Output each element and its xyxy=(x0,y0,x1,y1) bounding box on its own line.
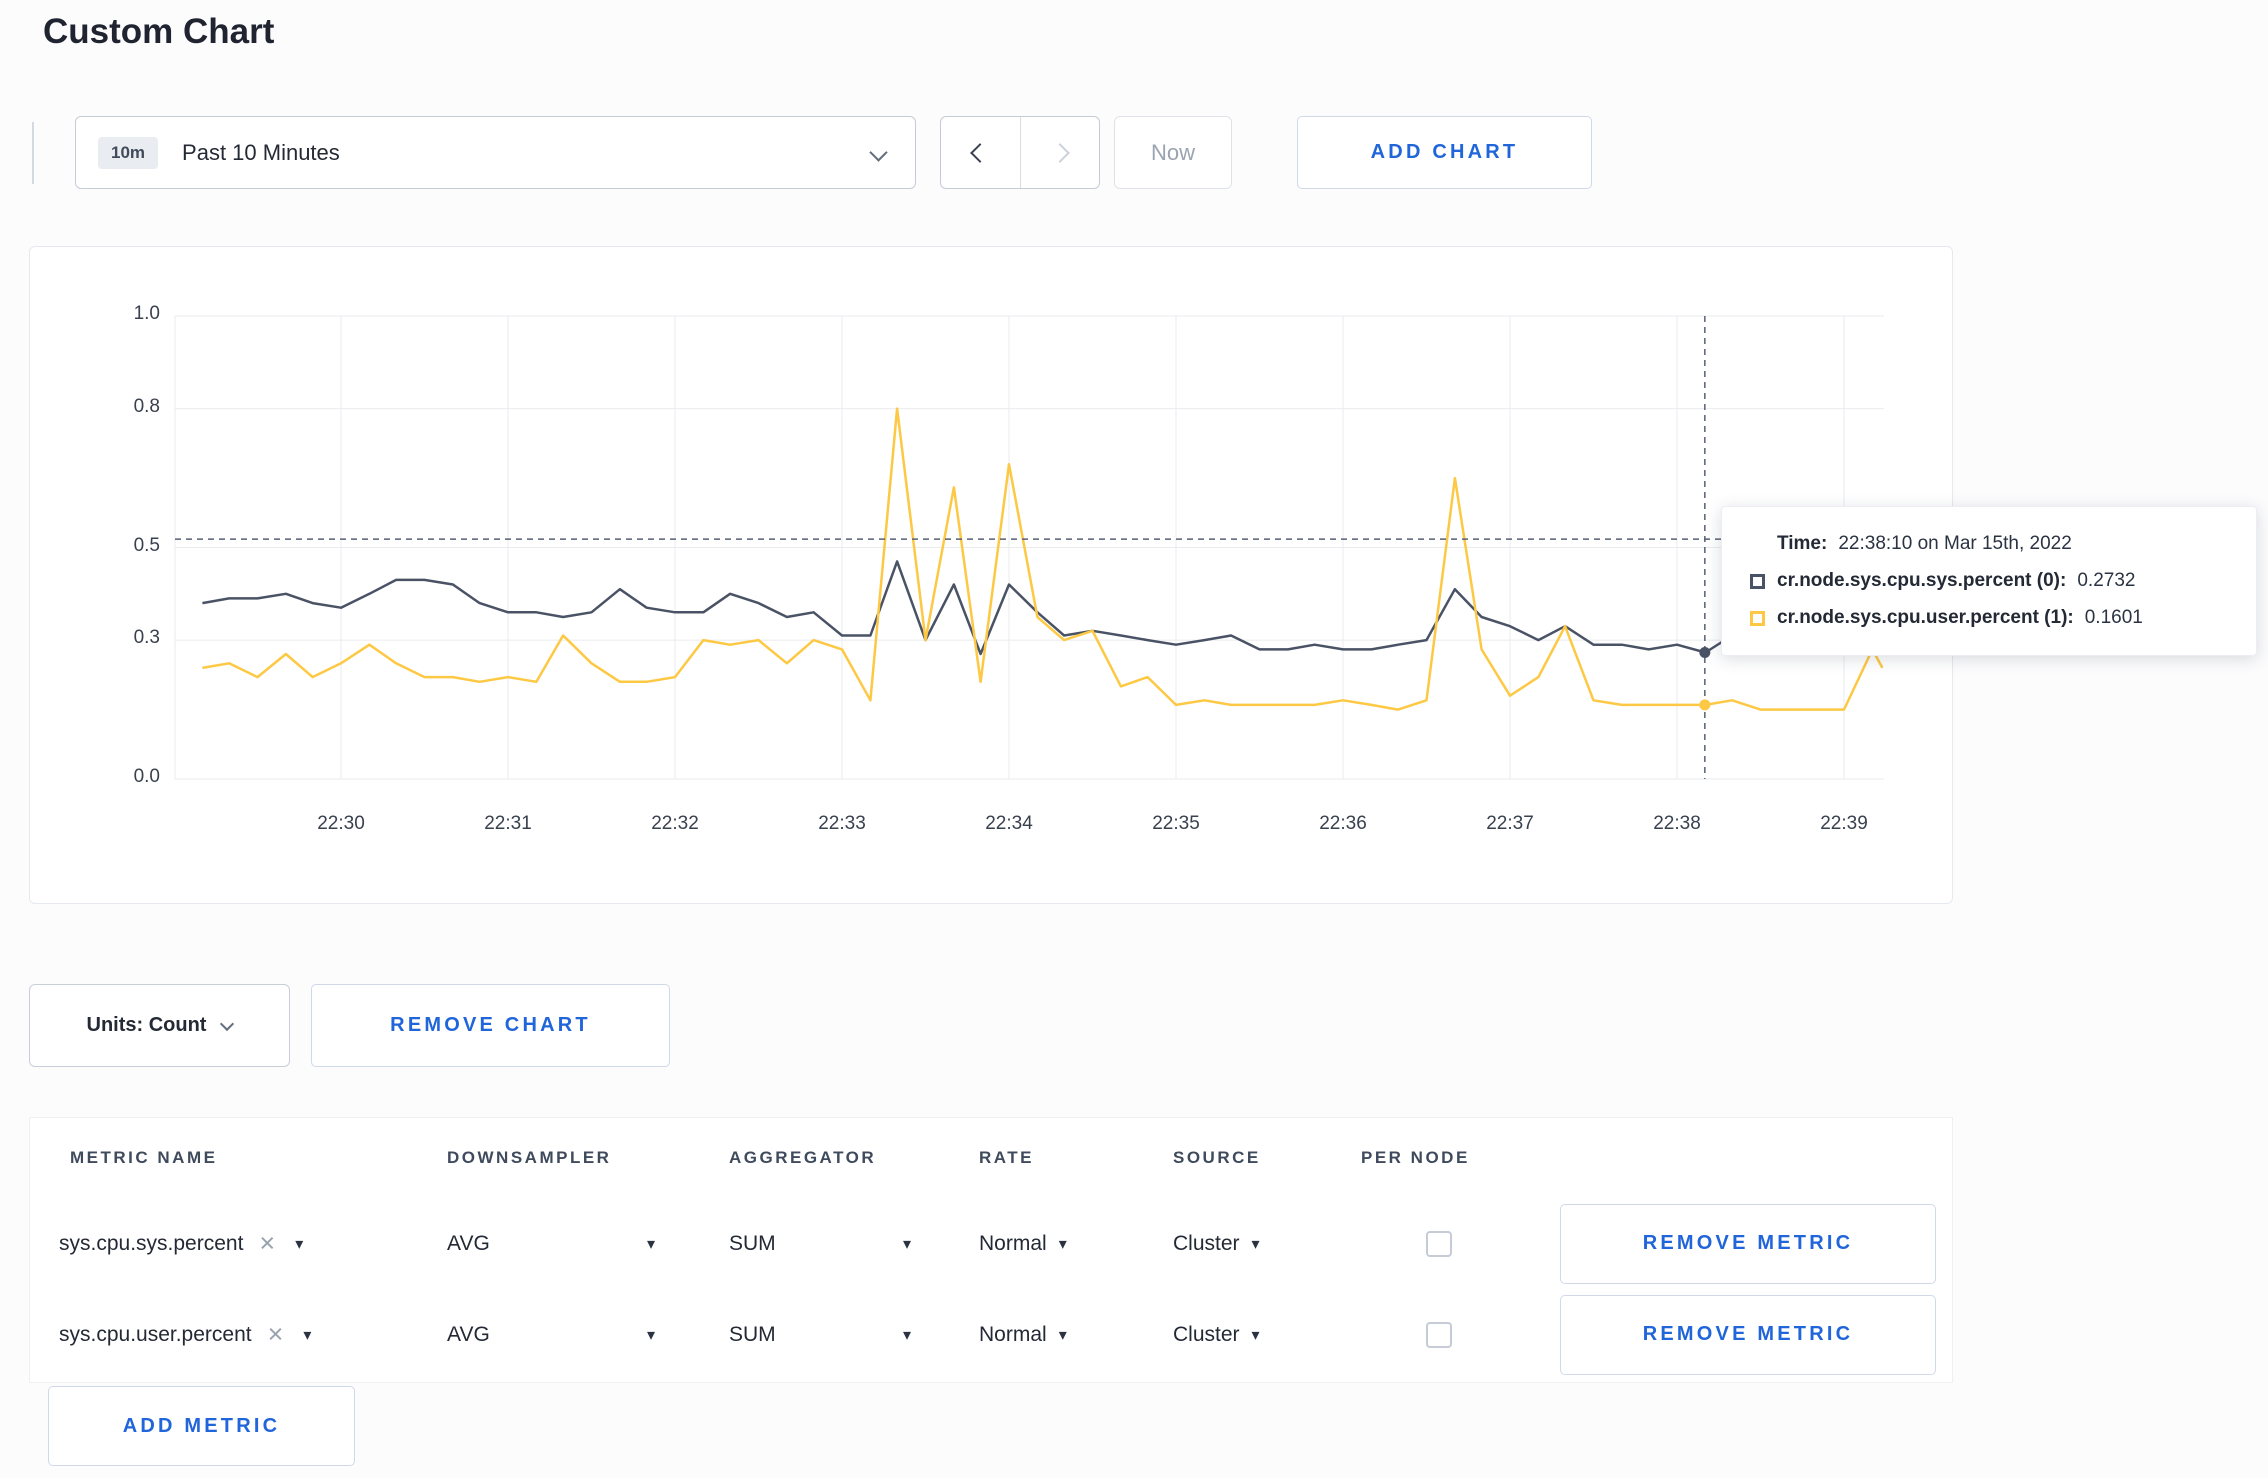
units-label: Units: Count xyxy=(86,1014,207,1036)
downsampler-select[interactable]: AVG ▾ xyxy=(447,1232,655,1256)
metric-row: sys.cpu.sys.percent × ▾ AVG ▾ SUM ▾ Norm… xyxy=(30,1198,1952,1289)
time-range-select[interactable]: 10m Past 10 Minutes xyxy=(75,116,916,189)
column-header-per-node: PER NODE xyxy=(1361,1148,1470,1167)
source-select[interactable]: Cluster ▾ xyxy=(1173,1323,1260,1347)
series-swatch-user xyxy=(1750,610,1765,626)
clear-metric-icon[interactable]: × xyxy=(268,1321,284,1348)
tooltip-series-row: cr.node.sys.cpu.sys.percent (0): 0.2732 xyxy=(1750,570,2228,592)
chevron-left-icon xyxy=(970,142,991,163)
tooltip-series-label: cr.node.sys.cpu.sys.percent (0): xyxy=(1777,570,2067,591)
dropdown-caret-icon: ▾ xyxy=(1251,1326,1260,1344)
dropdown-caret-icon: ▾ xyxy=(646,1326,655,1344)
left-accent-divider xyxy=(32,122,34,184)
add-chart-button[interactable]: ADD CHART xyxy=(1297,116,1592,189)
column-header-aggregator: AGGREGATOR xyxy=(729,1148,877,1167)
chevron-right-icon xyxy=(1049,142,1070,163)
units-select[interactable]: Units: Count xyxy=(29,984,290,1067)
chevron-down-icon xyxy=(869,143,888,162)
column-header-source: SOURCE xyxy=(1173,1148,1261,1167)
time-next-button[interactable] xyxy=(1019,117,1100,188)
dropdown-caret-icon: ▾ xyxy=(902,1326,911,1344)
rate-value: Normal xyxy=(979,1231,1047,1255)
add-metric-button[interactable]: ADD METRIC xyxy=(48,1386,355,1466)
metric-name-select[interactable]: sys.cpu.user.percent × ▾ xyxy=(59,1321,312,1348)
rate-select[interactable]: Normal ▾ xyxy=(979,1232,1067,1256)
tooltip-series-value: 0.1601 xyxy=(2084,607,2143,628)
clear-metric-icon[interactable]: × xyxy=(259,1230,275,1257)
page-title: Custom Chart xyxy=(43,12,275,51)
downsampler-value: AVG xyxy=(447,1231,490,1255)
time-range-badge: 10m xyxy=(98,136,159,169)
dropdown-caret-icon: ▾ xyxy=(646,1235,655,1253)
rate-select[interactable]: Normal ▾ xyxy=(979,1323,1067,1347)
dropdown-caret-icon: ▾ xyxy=(902,1235,911,1253)
metric-name-label: sys.cpu.user.percent xyxy=(59,1322,252,1346)
downsampler-select[interactable]: AVG ▾ xyxy=(447,1323,655,1347)
tooltip-series-label: cr.node.sys.cpu.user.percent (1): xyxy=(1777,607,2074,628)
remove-chart-button[interactable]: REMOVE CHART xyxy=(311,984,670,1067)
chart-panel: 0.0 0.3 0.5 0.8 1.0 22:30 22:31 22:32 22:33 22:3… xyxy=(29,246,1953,904)
downsampler-value: AVG xyxy=(447,1322,490,1346)
aggregator-value: SUM xyxy=(729,1231,776,1255)
aggregator-select[interactable]: SUM ▾ xyxy=(729,1232,911,1256)
source-value: Cluster xyxy=(1173,1231,1240,1255)
tooltip-series-row: cr.node.sys.cpu.user.percent (1): 0.1601 xyxy=(1750,607,2228,629)
time-range-label: Past 10 Minutes xyxy=(182,139,340,165)
tooltip-series-value: 0.2732 xyxy=(2077,570,2136,591)
chevron-down-icon xyxy=(220,1016,235,1031)
per-node-checkbox[interactable] xyxy=(1426,1230,1452,1257)
metric-row: sys.cpu.user.percent × ▾ AVG ▾ SUM ▾ Nor… xyxy=(30,1289,1952,1380)
aggregator-select[interactable]: SUM ▾ xyxy=(729,1323,911,1347)
dropdown-caret-icon: ▾ xyxy=(295,1235,304,1253)
dropdown-caret-icon: ▾ xyxy=(1251,1235,1260,1253)
remove-metric-button[interactable]: REMOVE METRIC xyxy=(1560,1203,1936,1284)
metric-name-label: sys.cpu.sys.percent xyxy=(59,1231,244,1255)
tooltip-time-label: Time: xyxy=(1777,533,1828,554)
tooltip-time-row: Time: 22:38:10 on Mar 15th, 2022 xyxy=(1777,533,2228,555)
column-header-downsampler: DOWNSAMPLER xyxy=(447,1148,612,1167)
metric-name-select[interactable]: sys.cpu.sys.percent × ▾ xyxy=(59,1230,304,1257)
column-header-metric-name: METRIC NAME xyxy=(70,1148,218,1167)
chart-canvas[interactable] xyxy=(30,247,1954,905)
now-button[interactable]: Now xyxy=(1114,116,1232,189)
metrics-table: METRIC NAME DOWNSAMPLER AGGREGATOR RATE … xyxy=(29,1117,1953,1383)
tooltip-time-value: 22:38:10 on Mar 15th, 2022 xyxy=(1838,533,2072,554)
dropdown-caret-icon: ▾ xyxy=(1058,1235,1067,1253)
column-header-rate: RATE xyxy=(979,1148,1035,1167)
rate-value: Normal xyxy=(979,1322,1047,1346)
dropdown-caret-icon: ▾ xyxy=(303,1326,312,1344)
source-value: Cluster xyxy=(1173,1322,1240,1346)
chart-tooltip: Time: 22:38:10 on Mar 15th, 2022 cr.node… xyxy=(1721,506,2257,656)
source-select[interactable]: Cluster ▾ xyxy=(1173,1232,1260,1256)
series-swatch-sys xyxy=(1750,573,1765,589)
remove-metric-button[interactable]: REMOVE METRIC xyxy=(1560,1294,1936,1375)
aggregator-value: SUM xyxy=(729,1322,776,1346)
time-prev-button[interactable] xyxy=(941,117,1020,188)
per-node-checkbox[interactable] xyxy=(1426,1321,1452,1348)
dropdown-caret-icon: ▾ xyxy=(1058,1326,1067,1344)
time-nav-group xyxy=(940,116,1100,189)
